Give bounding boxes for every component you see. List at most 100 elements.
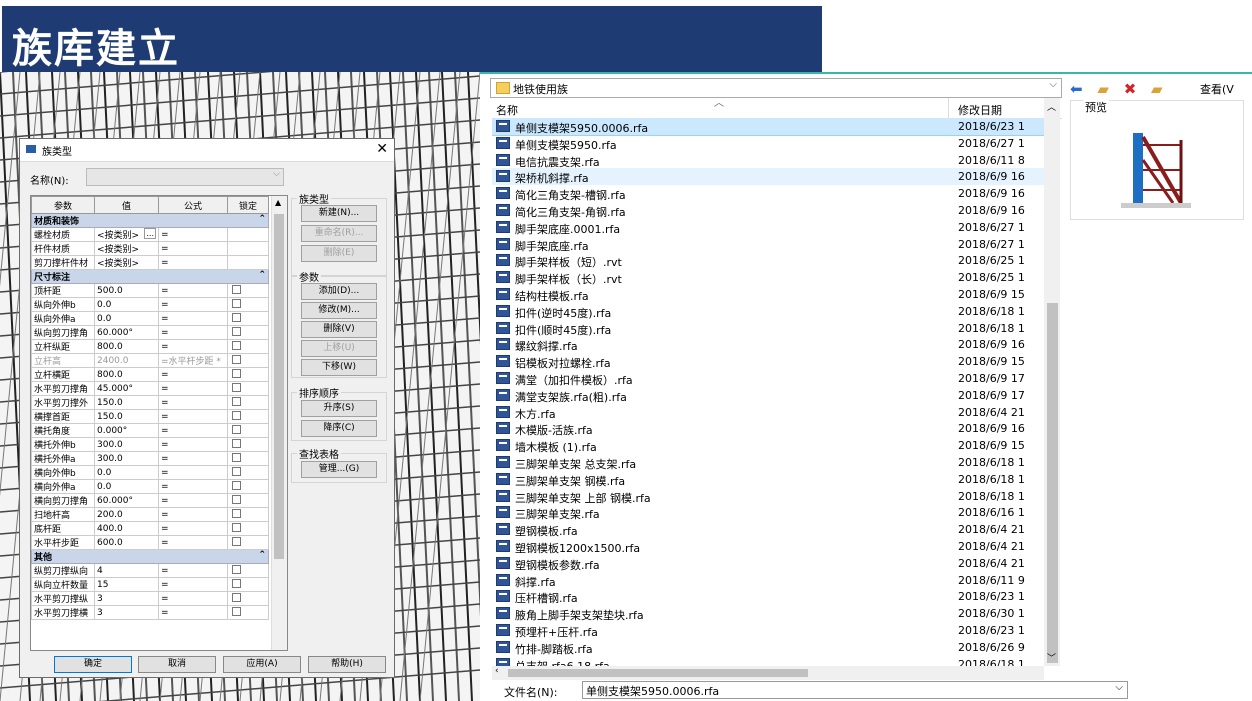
param-value[interactable]: 0.000° (94, 423, 159, 438)
file-row[interactable]: 三脚架单支架 上部 钢模.rfa 2018/6/18 1 (492, 488, 1044, 505)
param-row[interactable]: 横托外伸a 300.0 = (31, 451, 269, 466)
col-header-formula[interactable]: 公式 (158, 196, 228, 214)
param-formula[interactable]: = (158, 339, 228, 354)
col-header-lock[interactable]: 锁定 (227, 196, 269, 214)
descending-button[interactable]: 降序(C) (301, 420, 377, 437)
lock-checkbox[interactable] (232, 536, 241, 546)
move-up-button[interactable]: 上移(U) (301, 340, 377, 357)
file-row[interactable]: 满堂支架族.rfa(粗).rfa 2018/6/9 17 (492, 387, 1044, 404)
file-row[interactable]: 三脚架单支架.rfa 2018/6/16 1 (492, 504, 1044, 521)
param-row[interactable]: 纵向外伸a 0.0 = (31, 311, 269, 326)
cancel-button[interactable]: 取消 (138, 656, 216, 673)
scroll-thumb[interactable] (1047, 303, 1058, 663)
move-down-button[interactable]: 下移(W) (301, 359, 377, 376)
param-value[interactable]: 0.0 (94, 479, 159, 494)
param-group-row[interactable]: 尺寸标注 ⌃ (31, 269, 269, 284)
lock-checkbox[interactable] (232, 494, 241, 504)
param-value[interactable]: <按类别>... (94, 227, 159, 242)
param-formula[interactable]: = (158, 507, 228, 522)
col-header-value[interactable]: 值 (94, 196, 159, 214)
delete-type-button[interactable]: 删除(E) (301, 245, 377, 262)
file-list[interactable]: 单侧支模架5950.0006.rfa 2018/6/23 1 单侧支模架5950.r… (492, 118, 1044, 666)
file-row[interactable]: 脚手架底座.0001.rfa 2018/6/27 1 (492, 219, 1044, 236)
delete-param-button[interactable]: 删除(V) (301, 321, 377, 338)
browse-button[interactable]: ... (144, 228, 156, 239)
column-date[interactable]: 修改日期 (958, 102, 1002, 118)
delete-icon[interactable]: ✖ (1124, 80, 1137, 98)
param-value[interactable]: 150.0 (94, 395, 159, 410)
lock-checkbox[interactable] (232, 578, 241, 588)
param-value[interactable]: 150.0 (94, 409, 159, 424)
lock-checkbox[interactable] (232, 312, 241, 322)
param-formula[interactable]: = (158, 465, 228, 480)
scroll-up-icon[interactable]: ▲ (275, 198, 281, 207)
param-row[interactable]: 横向剪刀撑角 60.000° = (31, 493, 269, 508)
param-row[interactable]: 纵向剪刀撑角 60.000° = (31, 325, 269, 340)
param-row[interactable]: 立杆横距 800.0 = (31, 367, 269, 382)
param-value[interactable]: 600.0 (94, 535, 159, 550)
param-row[interactable]: 横托角度 0.000° = (31, 423, 269, 438)
file-row[interactable]: 架桥机斜撑.rfa 2018/6/9 16 (492, 168, 1044, 185)
modify-param-button[interactable]: 修改(M)... (301, 302, 377, 319)
ok-button[interactable]: 确定 (54, 656, 132, 673)
lock-checkbox[interactable] (232, 354, 241, 364)
parameter-grid[interactable]: 参数 值 公式 锁定 材质和装饰 ⌃ 螺栓材质 <按类别>... = 杆件材质 <按类别> =… (30, 195, 288, 651)
param-row[interactable]: 水平剪刀撑横 3 = (31, 605, 269, 620)
param-row[interactable]: 螺栓材质 <按类别>... = (31, 227, 269, 242)
file-row[interactable]: 木模版-活族.rfa 2018/6/9 16 (492, 420, 1044, 437)
horizontal-scrollbar[interactable]: ‹ (492, 666, 1044, 680)
param-value[interactable]: 0.0 (94, 465, 159, 480)
collapse-icon[interactable]: ⌃ (258, 271, 266, 281)
file-row[interactable]: 墙木模板 (1).rfa 2018/6/9 15 (492, 437, 1044, 454)
param-value[interactable]: 15 (94, 577, 159, 592)
collapse-icon[interactable]: ⌃ (258, 215, 266, 225)
file-row[interactable]: 铝模板对拉螺栓.rfa 2018/6/9 15 (492, 353, 1044, 370)
param-formula[interactable]: = (158, 437, 228, 452)
param-value[interactable]: 2400.0 (94, 353, 159, 368)
lock-checkbox[interactable] (232, 522, 241, 532)
param-formula[interactable]: = (158, 563, 228, 578)
lock-checkbox[interactable] (232, 592, 241, 602)
param-formula[interactable]: = (158, 311, 228, 326)
param-formula[interactable]: = (158, 381, 228, 396)
file-row[interactable]: 塑钢模板1200x1500.rfa 2018/6/4 21 (492, 538, 1044, 555)
param-row[interactable]: 扫地杆高 200.0 = (31, 507, 269, 522)
param-row[interactable]: 横托外伸b 300.0 = (31, 437, 269, 452)
chevron-down-icon[interactable]: ⌵ (1115, 682, 1123, 693)
file-row[interactable]: 竹排-脚踏板.rfa 2018/6/26 9 (492, 639, 1044, 656)
param-formula[interactable]: = (158, 479, 228, 494)
help-button[interactable]: 帮助(H) (308, 656, 386, 673)
param-row[interactable]: 水平剪刀撑外 150.0 = (31, 395, 269, 410)
lock-checkbox[interactable] (232, 480, 241, 490)
param-value[interactable]: 4 (94, 563, 159, 578)
param-row[interactable]: 顶杆距 500.0 = (31, 283, 269, 298)
param-row[interactable]: 底杆距 400.0 = (31, 521, 269, 536)
file-row[interactable]: 压杆槽钢.rfa 2018/6/23 1 (492, 588, 1044, 605)
param-value[interactable]: 800.0 (94, 339, 159, 354)
file-row[interactable]: 单侧支模架5950.0006.rfa 2018/6/23 1 (492, 118, 1044, 136)
file-row[interactable]: 脚手架样板（长）.rvt 2018/6/25 1 (492, 269, 1044, 286)
param-row[interactable]: 水平剪刀撑纵 3 = (31, 591, 269, 606)
param-group-row[interactable]: 其他 ⌃ (31, 549, 269, 564)
param-row[interactable]: 立杆纵距 800.0 = (31, 339, 269, 354)
file-row[interactable]: 三脚架单支架 总支架.rfa 2018/6/18 1 (492, 454, 1044, 471)
file-row[interactable]: 塑钢模板参数.rfa 2018/6/4 21 (492, 555, 1044, 572)
param-formula[interactable]: = (158, 367, 228, 382)
lock-checkbox[interactable] (232, 382, 241, 392)
col-header-param[interactable]: 参数 (31, 196, 95, 214)
new-folder-icon[interactable]: ▰ (1151, 80, 1163, 98)
param-formula[interactable]: = (158, 577, 228, 592)
name-dropdown[interactable]: ⌵ (86, 168, 284, 186)
param-value[interactable]: 60.000° (94, 325, 159, 340)
vertical-scrollbar[interactable]: ︿ ﹀ (1044, 98, 1060, 666)
lock-checkbox[interactable] (232, 298, 241, 308)
lock-checkbox[interactable] (232, 466, 241, 476)
file-row[interactable]: 简化三角支架-角钢.rfa 2018/6/9 16 (492, 202, 1044, 219)
path-dropdown[interactable]: 地铁使用族 ⌵ (490, 78, 1062, 98)
file-row[interactable]: 简化三角支架-槽钢.rfa 2018/6/9 16 (492, 185, 1044, 202)
scroll-left-icon[interactable]: ‹ (495, 666, 499, 676)
file-row[interactable]: 脚手架底座.rfa 2018/6/27 1 (492, 236, 1044, 253)
file-row[interactable]: 电信抗震支架.rfa 2018/6/11 8 (492, 152, 1044, 169)
param-formula[interactable]: = (158, 255, 228, 270)
lock-checkbox[interactable] (232, 368, 241, 378)
